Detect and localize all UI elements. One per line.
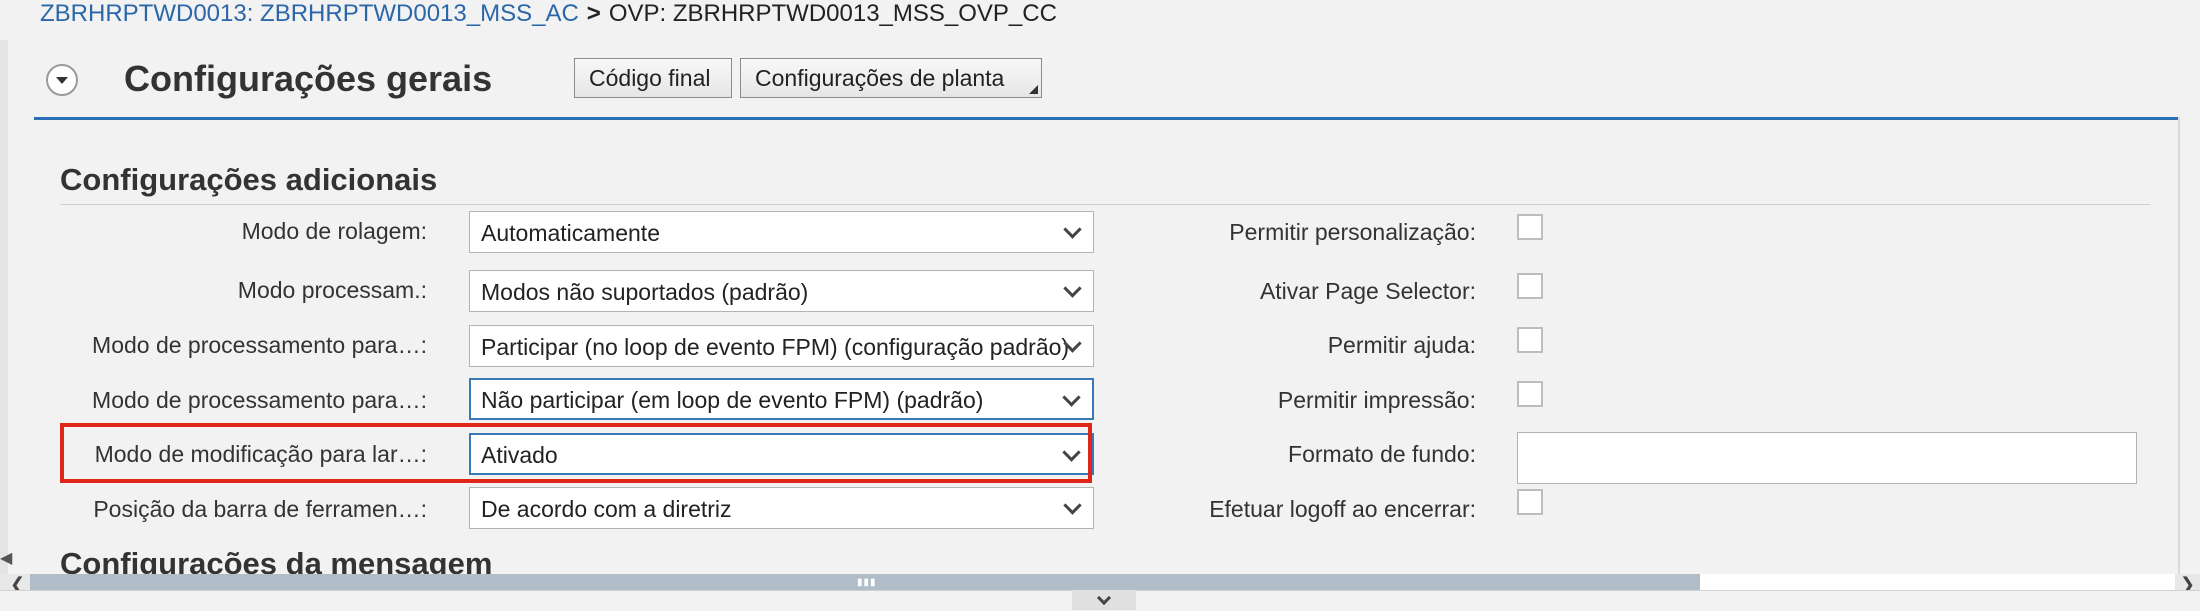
expand-down-icon[interactable] xyxy=(1072,590,1136,610)
permitir-ajuda-checkbox[interactable] xyxy=(1517,327,1543,353)
configuracoes-de-planta-label: Configurações de planta xyxy=(755,65,1005,91)
section-divider xyxy=(60,204,2150,205)
modo-processam-select[interactable]: Modos não suportados (padrão) xyxy=(469,270,1094,312)
breadcrumb-separator: > xyxy=(586,0,601,27)
highlight-box xyxy=(60,423,1092,483)
codigo-final-button[interactable]: Código final xyxy=(574,58,732,98)
field-label-efetuar-logoff: Efetuar logoff ao encerrar: xyxy=(1209,496,1476,522)
formato-de-fundo-input[interactable] xyxy=(1517,432,2137,484)
posicao-barra-select[interactable]: De acordo com a diretriz xyxy=(469,487,1094,529)
field-label-modo-rolagem: Modo de rolagem: xyxy=(241,218,427,244)
field-label-posicao-barra: Posição da barra de ferramen…: xyxy=(93,496,427,522)
collapse-toggle-icon[interactable] xyxy=(46,64,78,96)
field-label-ativar-page-selector: Ativar Page Selector: xyxy=(1259,278,1476,304)
section-title-mensagem: Configurações da mensagem xyxy=(60,546,493,574)
select-value: Participar (no loop de evento FPM) (conf… xyxy=(481,334,1070,360)
breadcrumb: ZBRHRPTWD0013: ZBRHRPTWD0013_MSS_AC > OVP:… xyxy=(40,0,1057,28)
scrollbar-track[interactable] xyxy=(1700,574,2175,590)
field-label-permitir-personalizacao: Permitir personalização: xyxy=(1229,219,1476,245)
ativar-page-selector-checkbox[interactable] xyxy=(1517,273,1543,299)
page-title: Configurações gerais xyxy=(124,58,493,99)
breadcrumb-current: OVP: ZBRHRPTWD0013_MSS_OVP_CC xyxy=(608,0,1057,27)
modo-processamento-2-select[interactable]: Não participar (em loop de evento FPM) (… xyxy=(469,378,1094,420)
field-label-modo-processam: Modo processam.: xyxy=(237,277,427,303)
chevron-down-icon xyxy=(1063,496,1082,515)
section-title-adicionais: Configurações adicionais xyxy=(60,162,438,197)
breadcrumb-link[interactable]: ZBRHRPTWD0013: ZBRHRPTWD0013_MSS_AC xyxy=(40,0,579,27)
chevron-down-icon xyxy=(1062,388,1081,407)
efetuar-logoff-checkbox[interactable] xyxy=(1517,489,1543,515)
field-label-modo-processamento-1: Modo de processamento para…: xyxy=(92,332,427,358)
select-value: Automaticamente xyxy=(481,220,660,246)
select-value: De acordo com a diretriz xyxy=(481,496,732,522)
left-edge-strip xyxy=(0,40,8,580)
chevron-down-icon xyxy=(1063,220,1082,239)
panel-right-border xyxy=(2178,117,2180,577)
modo-processamento-1-select[interactable]: Participar (no loop de evento FPM) (conf… xyxy=(469,325,1094,367)
field-label-permitir-ajuda: Permitir ajuda: xyxy=(1327,332,1476,358)
scrollbar-grip-icon: ▮▮▮ xyxy=(857,577,877,588)
dropdown-corner-icon xyxy=(1029,85,1038,94)
modo-rolagem-select[interactable]: Automaticamente xyxy=(469,211,1094,253)
select-value: Modos não suportados (padrão) xyxy=(481,279,809,305)
field-label-modo-processamento-2: Modo de processamento para…: xyxy=(92,387,427,413)
permitir-personalizacao-checkbox[interactable] xyxy=(1517,214,1543,240)
chevron-down-icon xyxy=(1063,279,1082,298)
select-value: Não participar (em loop de evento FPM) (… xyxy=(481,387,984,413)
field-label-formato-de-fundo: Formato de fundo: xyxy=(1288,441,1476,467)
permitir-impressao-checkbox[interactable] xyxy=(1517,381,1543,407)
field-label-permitir-impressao: Permitir impressão: xyxy=(1277,387,1476,413)
chevron-left-icon[interactable]: ◀ xyxy=(0,548,12,568)
configuracoes-de-planta-button[interactable]: Configurações de planta xyxy=(740,58,1042,98)
